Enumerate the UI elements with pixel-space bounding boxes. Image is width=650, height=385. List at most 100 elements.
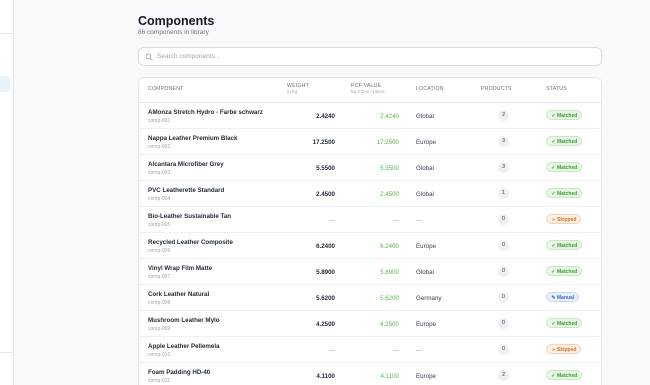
table-row[interactable]: AMonza Stretch Hydro - Farbe schwarz comp… [139, 103, 601, 129]
component-location: Europe [416, 139, 436, 146]
component-location: Europe [416, 243, 436, 250]
status-label: Matched [557, 269, 578, 275]
column-header-pcf[interactable]: PCF VALUE kg CO₂e / piece [351, 83, 385, 95]
column-header-products[interactable]: PRODUCTS [481, 86, 512, 92]
component-name: Vinyl Wrap Film Matte [148, 265, 213, 272]
pcf-unit: kg CO₂e / piece [351, 90, 385, 95]
table-row[interactable]: Alcantara Microfiber Grey comp-003 5.5500 5… [139, 155, 601, 181]
component-code: comp-003 [148, 170, 171, 176]
status-badge: ✎Manual [546, 292, 580, 302]
component-pcf: 2.4240 [380, 113, 399, 120]
status-badge: » Skipped [546, 214, 582, 224]
skip-icon: » [552, 347, 555, 353]
column-header-weight[interactable]: WEIGHT in kg [287, 83, 309, 95]
products-count: 0 [498, 214, 509, 225]
table-row[interactable]: PVC Leatherette Standard comp-004 2.4500 2.… [139, 181, 601, 207]
status-badge: » Skipped [546, 344, 582, 354]
component-code: comp-008 [148, 300, 171, 306]
component-code: comp-007 [148, 274, 171, 280]
products-count: 0 [498, 344, 509, 355]
status-label: Manual [557, 295, 575, 301]
sidebar-divider [0, 352, 14, 353]
component-name: Bio-Leather Sustainable Tan [148, 213, 232, 220]
component-weight: — [328, 347, 335, 354]
products-count: 3 [498, 136, 509, 147]
component-location: Global [416, 269, 434, 276]
sidebar-item-active[interactable] [0, 76, 10, 92]
status-badge: ✓Matched [546, 162, 583, 172]
search-icon [145, 53, 153, 61]
page-title: Components [138, 14, 215, 28]
products-count: 0 [498, 318, 509, 329]
page-subtitle: 86 components in library [138, 29, 209, 36]
column-header-location[interactable]: LOCATION [416, 86, 444, 92]
component-pcf: 5.8900 [380, 269, 399, 276]
status-label: Matched [557, 191, 578, 197]
component-code: comp-009 [148, 326, 171, 332]
table-row[interactable]: Nappa Leather Premium Black comp-002 17.25… [139, 129, 601, 155]
component-location: Europe [416, 321, 436, 328]
table-row[interactable]: Bio-Leather Sustainable Tan comp-005 — — — 0 »… [139, 207, 601, 233]
check-circle-icon: ✓ [551, 373, 556, 379]
component-weight: 4.2500 [316, 321, 335, 328]
weight-unit: in kg [287, 90, 298, 95]
column-header-component[interactable]: COMPONENT [148, 86, 184, 92]
status-label: Matched [557, 113, 578, 119]
check-circle-icon: ✓ [551, 139, 556, 145]
component-name: Mushroom Leather Mylo [148, 317, 220, 324]
column-header-status[interactable]: STATUS [546, 86, 567, 92]
component-pcf: — [392, 347, 399, 354]
component-weight: 2.4500 [316, 191, 335, 198]
component-location: Global [416, 113, 434, 120]
component-name: Foam Padding HD-40 [148, 369, 211, 376]
check-circle-icon: ✓ [551, 191, 556, 197]
status-label: Skipped [557, 347, 577, 353]
component-code: comp-005 [148, 222, 171, 228]
component-pcf: 5.6200 [380, 295, 399, 302]
components-table: COMPONENT WEIGHT in kg PCF VALUE kg CO₂e /… [138, 77, 602, 385]
status-label: Matched [557, 165, 578, 171]
component-name: AMonza Stretch Hydro - Farbe schwarz [148, 109, 263, 116]
component-name: Alcantara Microfiber Grey [148, 161, 224, 168]
table-row[interactable]: Vinyl Wrap Film Matte comp-007 5.8900 5.890… [139, 259, 601, 285]
component-name: Apple Leather Pellemela [148, 343, 220, 350]
search-placeholder: Search components... [157, 53, 221, 60]
component-location: Europe [416, 373, 436, 380]
sidebar-divider [0, 33, 14, 34]
component-code: comp-006 [148, 248, 171, 254]
products-count: 0 [498, 266, 509, 277]
search-input[interactable]: Search components... [138, 47, 602, 66]
skip-icon: » [552, 217, 555, 223]
component-pcf: 4.2500 [380, 321, 399, 328]
component-pcf: 4.1100 [380, 373, 399, 380]
table-row[interactable]: Cork Leather Natural comp-008 5.6200 5.6200… [139, 285, 601, 311]
check-circle-icon: ✓ [551, 165, 556, 171]
table-row[interactable]: Foam Padding HD-40 comp-011 4.1100 4.1100 Eu… [139, 363, 601, 385]
status-label: Skipped [557, 217, 577, 223]
component-weight: 6.2400 [316, 243, 335, 250]
status-badge: ✓Matched [546, 188, 583, 198]
component-weight: 4.1100 [316, 373, 335, 380]
status-badge: ✓Matched [546, 370, 583, 380]
status-badge: ✓Matched [546, 110, 583, 120]
status-badge: ✓Matched [546, 136, 583, 146]
component-name: Recycled Leather Composite [148, 239, 233, 246]
component-location: Global [416, 165, 434, 172]
component-code: comp-004 [148, 196, 171, 202]
component-location: — [416, 347, 423, 354]
check-circle-icon: ✓ [551, 113, 556, 119]
component-pcf: — [392, 217, 399, 224]
table-row[interactable]: Apple Leather Pellemela comp-010 — — — 0 » Skip… [139, 337, 601, 363]
component-location: — [416, 217, 423, 224]
table-row[interactable]: Recycled Leather Composite comp-006 6.2400… [139, 233, 601, 259]
table-row[interactable]: Mushroom Leather Mylo comp-009 4.2500 4.250… [139, 311, 601, 337]
status-label: Matched [557, 139, 578, 145]
pencil-icon: ✎ [551, 295, 556, 301]
component-code: comp-002 [148, 144, 171, 150]
products-count: 3 [498, 162, 509, 173]
check-circle-icon: ✓ [551, 243, 556, 249]
status-label: Matched [557, 321, 578, 327]
products-count: 2 [498, 110, 509, 121]
status-label: Matched [557, 243, 578, 249]
component-weight: 5.5500 [316, 165, 335, 172]
